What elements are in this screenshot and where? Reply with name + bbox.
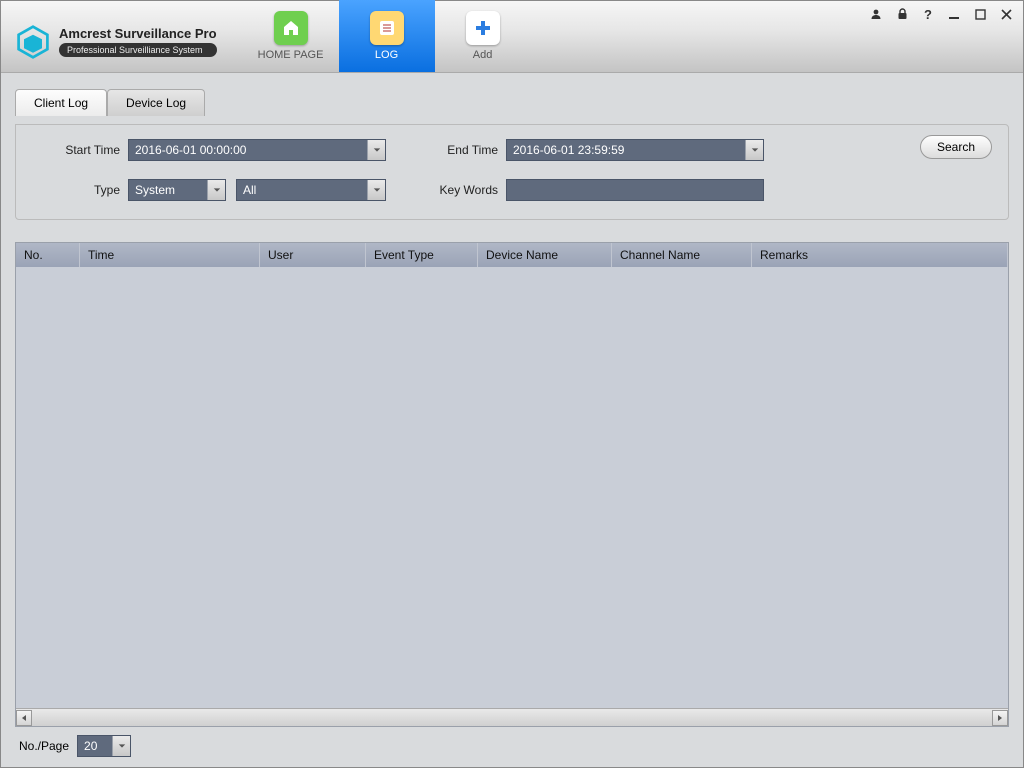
type-value: System xyxy=(129,183,207,197)
brand-subtitle: Professional Surveilliance System xyxy=(59,43,217,57)
maximize-icon[interactable] xyxy=(973,7,987,21)
keywords-input[interactable] xyxy=(506,179,764,201)
user-icon[interactable] xyxy=(869,7,883,21)
lock-icon[interactable] xyxy=(895,7,909,21)
nav-tab-home[interactable]: HOME PAGE xyxy=(243,0,339,72)
scroll-left-icon[interactable] xyxy=(16,710,32,726)
chevron-down-icon xyxy=(207,180,225,200)
col-event-type[interactable]: Event Type xyxy=(366,243,478,267)
minimize-icon[interactable] xyxy=(947,7,961,21)
horizontal-scrollbar[interactable] xyxy=(16,708,1008,726)
nav-label-add: Add xyxy=(473,49,493,61)
brand-logo-icon xyxy=(15,24,51,60)
col-time[interactable]: Time xyxy=(80,243,260,267)
app-window: Amcrest Surveillance Pro Professional Su… xyxy=(0,0,1024,768)
scroll-right-icon[interactable] xyxy=(992,710,1008,726)
start-time-value: 2016-06-01 00:00:00 xyxy=(129,143,367,157)
pager-dropdown[interactable]: 20 xyxy=(77,735,131,757)
log-table: No. Time User Event Type Device Name Cha… xyxy=(15,242,1009,727)
pager-label: No./Page xyxy=(19,739,69,753)
chevron-down-icon xyxy=(745,140,763,160)
col-device-name[interactable]: Device Name xyxy=(478,243,612,267)
brand-block: Amcrest Surveillance Pro Professional Su… xyxy=(1,1,231,72)
col-user[interactable]: User xyxy=(260,243,366,267)
window-controls: ? xyxy=(869,7,1013,21)
end-time-value: 2016-06-01 23:59:59 xyxy=(507,143,745,157)
col-remarks[interactable]: Remarks xyxy=(752,243,1008,267)
type-dropdown[interactable]: System xyxy=(128,179,226,201)
pager: No./Page 20 xyxy=(15,727,1009,757)
col-channel-name[interactable]: Channel Name xyxy=(612,243,752,267)
keywords-label: Key Words xyxy=(386,183,506,197)
filter-panel: Search Start Time 2016-06-01 00:00:00 En… xyxy=(15,124,1009,220)
subtab-device-log[interactable]: Device Log xyxy=(107,89,205,116)
subtab-client-log[interactable]: Client Log xyxy=(15,89,107,116)
start-time-dropdown[interactable]: 2016-06-01 00:00:00 xyxy=(128,139,386,161)
start-time-label: Start Time xyxy=(32,143,128,157)
chevron-down-icon xyxy=(367,140,385,160)
type-label: Type xyxy=(32,183,128,197)
col-no[interactable]: No. xyxy=(16,243,80,267)
log-icon xyxy=(377,18,397,38)
pager-value: 20 xyxy=(78,739,112,753)
nav-label-log: LOG xyxy=(375,49,398,61)
brand-title: Amcrest Surveillance Pro xyxy=(59,26,217,41)
type-sub-dropdown[interactable]: All xyxy=(236,179,386,201)
end-time-label: End Time xyxy=(386,143,506,157)
type-sub-value: All xyxy=(237,183,367,197)
nav-tabs: HOME PAGE LOG xyxy=(243,1,531,72)
scrollbar-track[interactable] xyxy=(32,711,992,725)
table-body xyxy=(16,267,1008,708)
chevron-down-icon xyxy=(112,736,130,756)
help-icon[interactable]: ? xyxy=(921,7,935,21)
nav-tab-log[interactable]: LOG xyxy=(339,0,435,72)
body: Client Log Device Log Search Start Time … xyxy=(1,73,1023,767)
plus-icon xyxy=(474,19,492,37)
end-time-dropdown[interactable]: 2016-06-01 23:59:59 xyxy=(506,139,764,161)
chevron-down-icon xyxy=(367,180,385,200)
titlebar: Amcrest Surveillance Pro Professional Su… xyxy=(1,1,1023,73)
search-button[interactable]: Search xyxy=(920,135,992,159)
nav-tab-add[interactable]: Add xyxy=(435,0,531,72)
nav-label-home: HOME PAGE xyxy=(258,49,324,61)
subtabs: Client Log Device Log xyxy=(15,89,1009,116)
close-icon[interactable] xyxy=(999,7,1013,21)
home-icon xyxy=(281,18,301,38)
table-header: No. Time User Event Type Device Name Cha… xyxy=(16,243,1008,267)
